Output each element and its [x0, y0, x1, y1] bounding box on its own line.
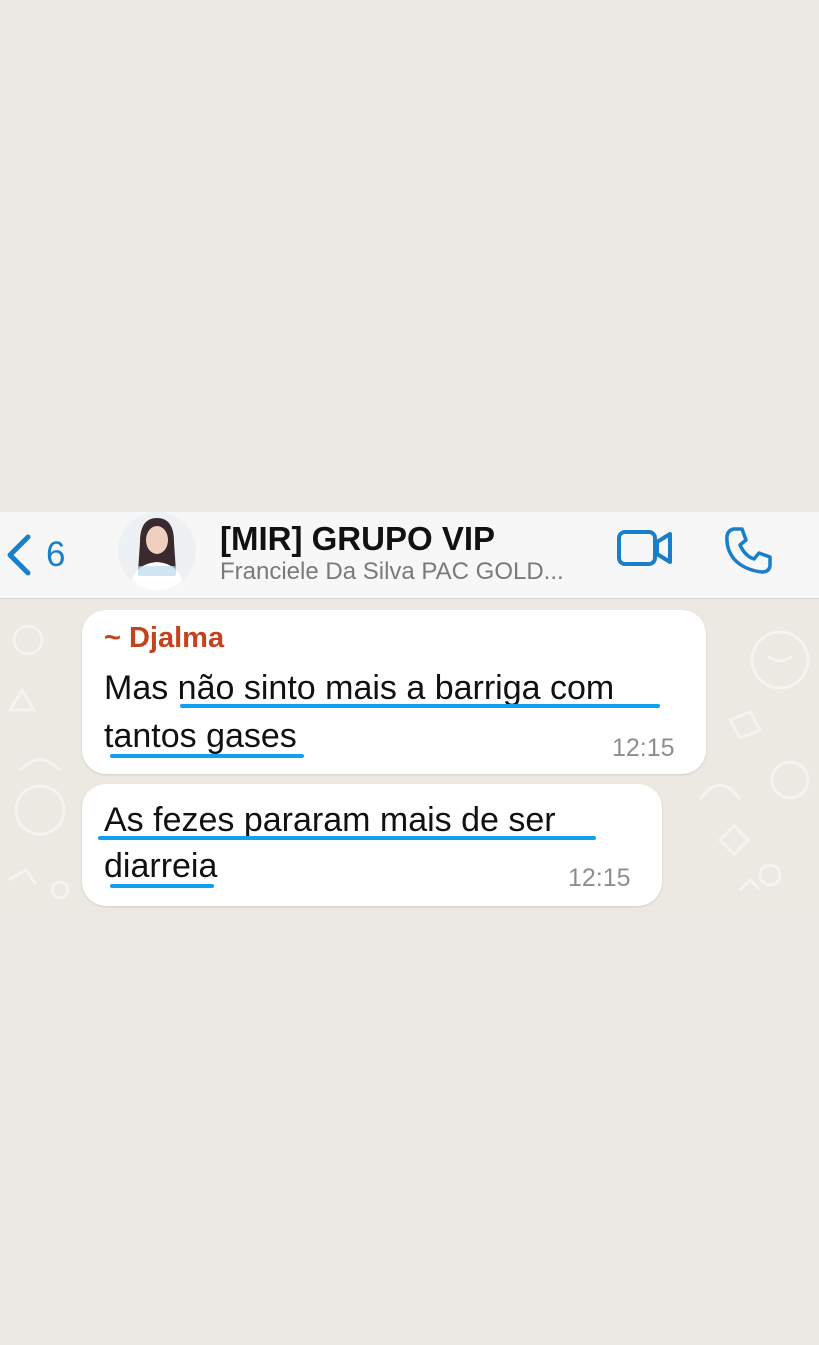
unread-count: 6	[46, 535, 66, 574]
highlight-underline	[110, 884, 214, 888]
back-button[interactable]: 6	[4, 530, 84, 580]
video-camera-icon	[616, 530, 674, 572]
video-call-button[interactable]	[616, 528, 674, 573]
highlight-underline	[98, 836, 596, 840]
message-text-line: tantos gases	[104, 717, 297, 755]
phone-icon	[722, 527, 774, 580]
chat-title[interactable]: [MIR] GRUPO VIP	[220, 520, 495, 558]
highlight-underline	[110, 754, 304, 758]
message-timestamp: 12:15	[612, 734, 675, 762]
message-timestamp: 12:15	[568, 864, 631, 892]
chat-header: 6 [MIR] GRUPO VIP Franciele Da Silva PAC…	[0, 512, 819, 599]
message-bubble[interactable]: As fezes pararam mais de ser diarreia 12…	[82, 784, 662, 906]
message-text-line: diarreia	[104, 847, 218, 885]
voice-call-button[interactable]	[722, 524, 774, 581]
message-bubble[interactable]: ~ Djalma Mas não sinto mais a barriga co…	[82, 610, 706, 774]
chat-subtitle[interactable]: Franciele Da Silva PAC GOLD...	[220, 558, 600, 586]
group-avatar[interactable]	[118, 512, 196, 590]
highlight-underline	[180, 704, 660, 708]
chevron-left-icon	[4, 533, 34, 577]
sender-name[interactable]: ~ Djalma	[104, 622, 224, 655]
